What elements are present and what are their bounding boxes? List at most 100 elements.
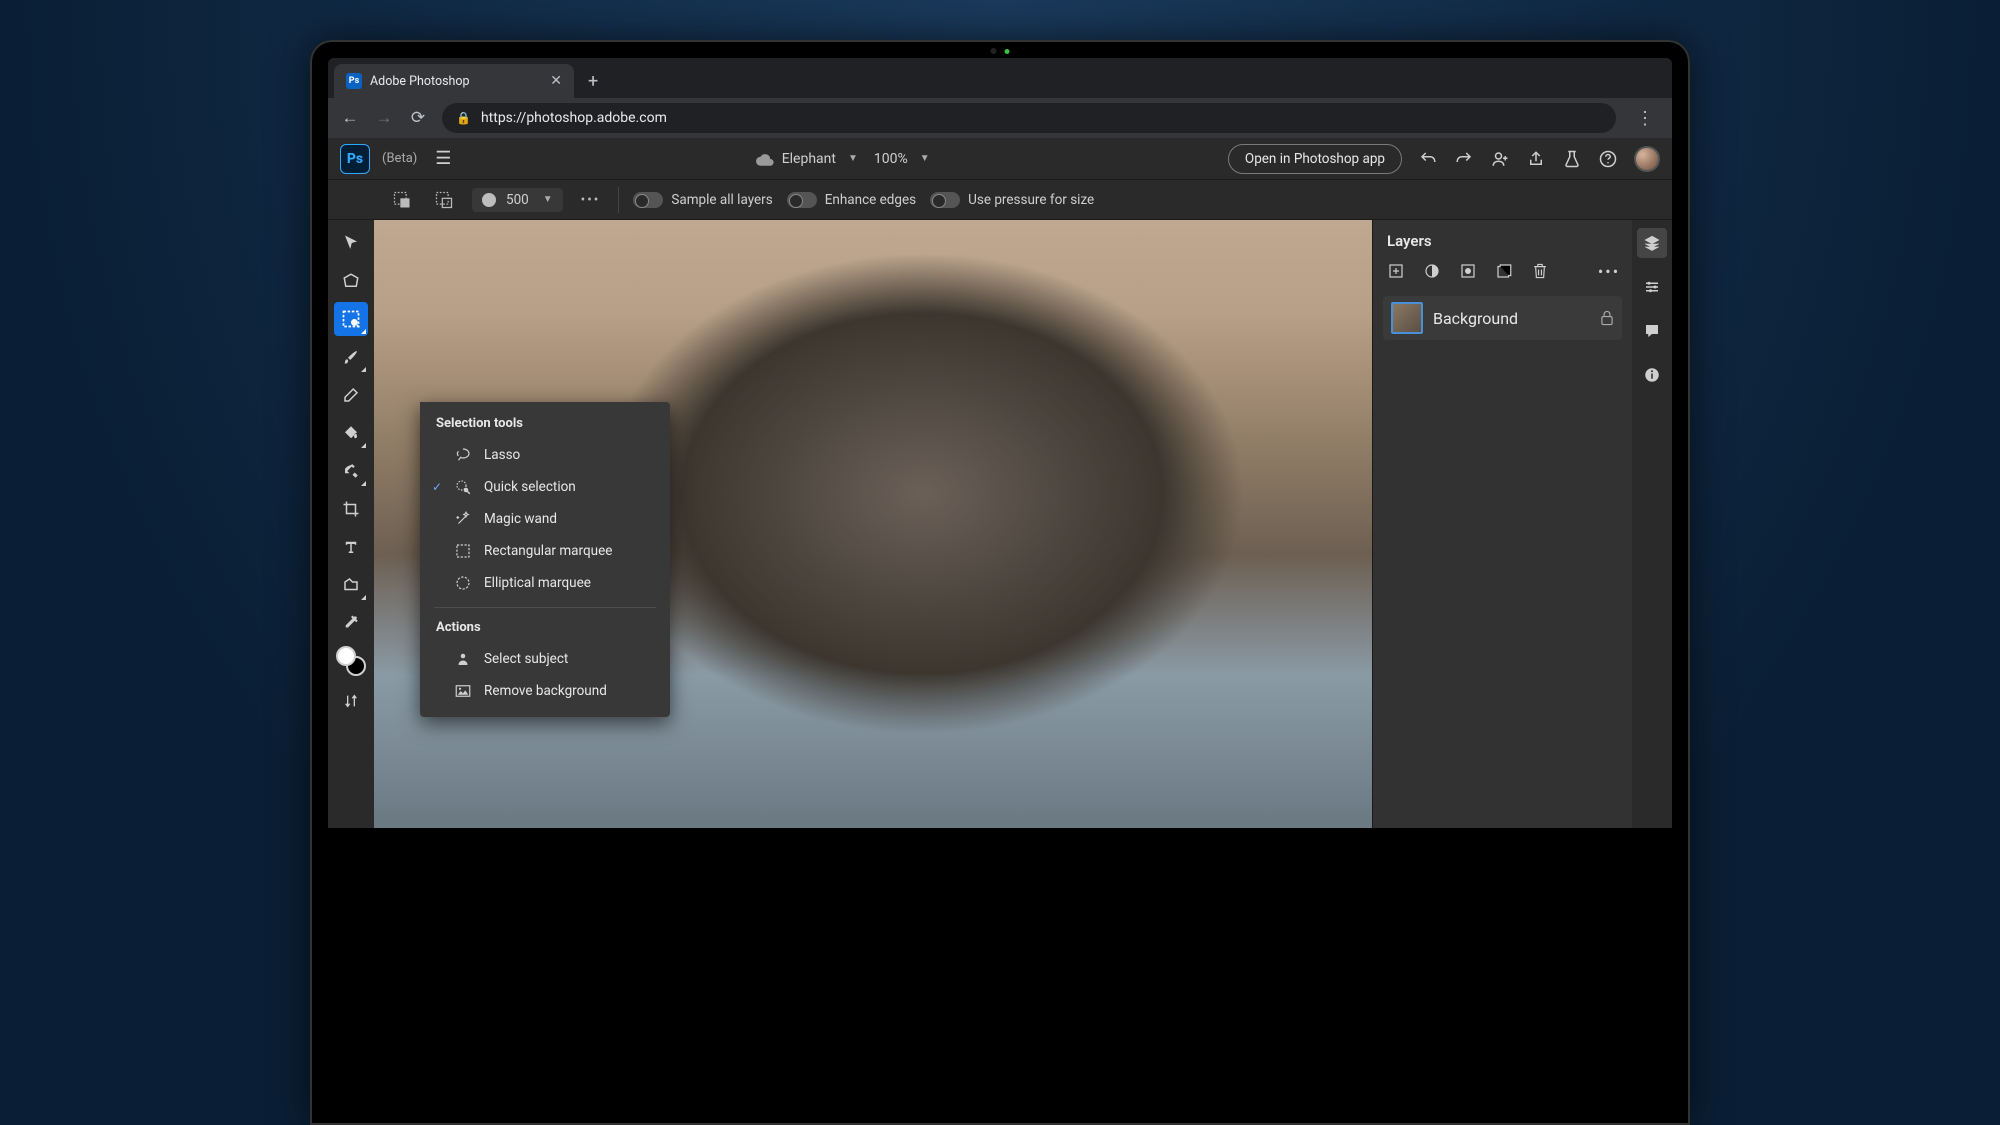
elliptical-marquee-tool-item[interactable]: Elliptical marquee	[420, 567, 670, 599]
sample-all-layers-toggle[interactable]: Sample all layers	[633, 192, 772, 208]
layers-panel-actions: •••	[1373, 262, 1632, 290]
beaker-icon[interactable]	[1562, 149, 1582, 169]
properties-rail-icon[interactable]	[1637, 272, 1667, 302]
use-pressure-toggle[interactable]: Use pressure for size	[930, 192, 1094, 208]
user-avatar[interactable]	[1634, 146, 1660, 172]
browser-toolbar: ← → ⟳ 🔒 https://photoshop.adobe.com ⋮	[328, 98, 1672, 138]
reload-button[interactable]: ⟳	[408, 108, 428, 128]
move-tool[interactable]	[334, 226, 368, 260]
redo-button[interactable]	[1454, 149, 1474, 169]
help-icon[interactable]	[1598, 149, 1618, 169]
toggle-switch[interactable]	[633, 192, 663, 208]
flyout-item-label: Lasso	[484, 447, 520, 463]
share-icon[interactable]	[1526, 149, 1546, 169]
close-tab-button[interactable]: ✕	[550, 73, 562, 89]
browser-tab[interactable]: Ps Adobe Photoshop ✕	[334, 64, 574, 98]
magic-wand-tool-item[interactable]: Magic wand	[420, 503, 670, 535]
brush-size-value: 500	[506, 192, 529, 208]
remove-background-action[interactable]: Remove background	[420, 675, 670, 707]
layers-panel: Layers	[1372, 220, 1632, 828]
layer-thumbnail	[1391, 302, 1423, 334]
color-swatches[interactable]	[336, 646, 366, 676]
photoshop-logo[interactable]: Ps	[340, 144, 370, 174]
toggle-switch[interactable]	[787, 192, 817, 208]
brush-tool[interactable]	[334, 340, 368, 374]
foreground-color-swatch[interactable]	[336, 646, 356, 666]
open-in-app-button[interactable]: Open in Photoshop app	[1228, 144, 1402, 174]
layer-mask-button[interactable]	[1459, 262, 1477, 280]
new-tab-button[interactable]: +	[574, 64, 612, 98]
swap-colors-button[interactable]	[334, 684, 368, 718]
quick-selection-tool-item[interactable]: Quick selection	[420, 471, 670, 503]
adjustment-layer-button[interactable]	[1423, 262, 1441, 280]
flyout-item-label: Elliptical marquee	[484, 575, 591, 591]
zoom-dropdown[interactable]: 100% ▼	[874, 151, 930, 167]
header-right: Open in Photoshop app	[1228, 144, 1660, 174]
canvas-area[interactable]: Selection tools Lasso Quick selection Ma…	[374, 220, 1372, 828]
subtract-selection-icon[interactable]	[430, 186, 458, 214]
type-tool[interactable]	[334, 530, 368, 564]
flyout-item-label: Select subject	[484, 651, 568, 667]
address-bar[interactable]: 🔒 https://photoshop.adobe.com	[442, 103, 1616, 133]
cloud-icon	[756, 152, 774, 166]
options-bar: 500 ▼ ••• Sample all layers Enhance edge…	[328, 180, 1672, 220]
flyout-item-label: Quick selection	[484, 479, 576, 495]
browser-menu-button[interactable]: ⋮	[1630, 108, 1660, 129]
brush-size-selector[interactable]: 500 ▼	[472, 188, 563, 212]
chevron-down-icon: ▼	[920, 153, 930, 164]
option-label: Sample all layers	[671, 192, 772, 208]
left-toolbar	[328, 220, 374, 828]
flyout-item-label: Remove background	[484, 683, 607, 699]
layers-rail-icon[interactable]	[1637, 228, 1667, 258]
app-header: Ps (Beta) ☰ Elephant ▼ 100% ▼ Open in Ph…	[328, 138, 1672, 180]
tab-title: Adobe Photoshop	[370, 74, 470, 89]
browser-tab-strip: Ps Adobe Photoshop ✕ +	[328, 58, 1672, 98]
option-label: Use pressure for size	[968, 192, 1094, 208]
flyout-item-label: Magic wand	[484, 511, 557, 527]
flyout-divider	[434, 607, 656, 608]
screen: Ps Adobe Photoshop ✕ + ← → ⟳ 🔒 https://p…	[328, 58, 1672, 828]
photoshop-favicon: Ps	[346, 73, 362, 89]
eraser-tool[interactable]	[334, 378, 368, 412]
crop-tool[interactable]	[334, 492, 368, 526]
more-options-button[interactable]: •••	[577, 192, 605, 208]
url-text: https://photoshop.adobe.com	[481, 110, 667, 126]
right-rail	[1632, 220, 1672, 828]
flyout-section-header: Selection tools	[420, 412, 670, 439]
header-center: Elephant ▼ 100% ▼	[756, 151, 930, 167]
comments-rail-icon[interactable]	[1637, 316, 1667, 346]
invite-icon[interactable]	[1490, 149, 1510, 169]
enhance-edges-toggle[interactable]: Enhance edges	[787, 192, 916, 208]
selection-tool[interactable]	[334, 302, 368, 336]
transform-tool[interactable]	[334, 264, 368, 298]
lock-icon[interactable]	[1600, 310, 1614, 326]
laptop-camera	[991, 48, 1010, 54]
layer-group-button[interactable]	[1495, 262, 1513, 280]
main-menu-button[interactable]: ☰	[429, 144, 457, 173]
forward-button[interactable]: →	[374, 108, 394, 128]
flyout-section-header: Actions	[420, 616, 670, 643]
add-selection-icon[interactable]	[388, 186, 416, 214]
toggle-switch[interactable]	[930, 192, 960, 208]
layer-row[interactable]: Background	[1383, 296, 1622, 340]
zoom-value: 100%	[874, 151, 908, 167]
eyedropper-tool[interactable]	[334, 606, 368, 640]
main-area: Selection tools Lasso Quick selection Ma…	[328, 220, 1672, 828]
rectangular-marquee-tool-item[interactable]: Rectangular marquee	[420, 535, 670, 567]
lasso-tool-item[interactable]: Lasso	[420, 439, 670, 471]
clone-tool[interactable]	[334, 454, 368, 488]
shape-tool[interactable]	[334, 568, 368, 602]
delete-layer-button[interactable]	[1531, 262, 1549, 280]
back-button[interactable]: ←	[340, 108, 360, 128]
document-name-dropdown[interactable]: Elephant ▼	[756, 151, 858, 167]
info-rail-icon[interactable]	[1637, 360, 1667, 390]
fill-tool[interactable]	[334, 416, 368, 450]
flyout-item-label: Rectangular marquee	[484, 543, 612, 559]
select-subject-action[interactable]: Select subject	[420, 643, 670, 675]
divider	[618, 187, 619, 213]
selection-tools-flyout: Selection tools Lasso Quick selection Ma…	[420, 402, 670, 717]
add-layer-button[interactable]	[1387, 262, 1405, 280]
undo-button[interactable]	[1418, 149, 1438, 169]
layers-more-button[interactable]: •••	[1600, 262, 1618, 280]
document-name: Elephant	[782, 151, 836, 167]
